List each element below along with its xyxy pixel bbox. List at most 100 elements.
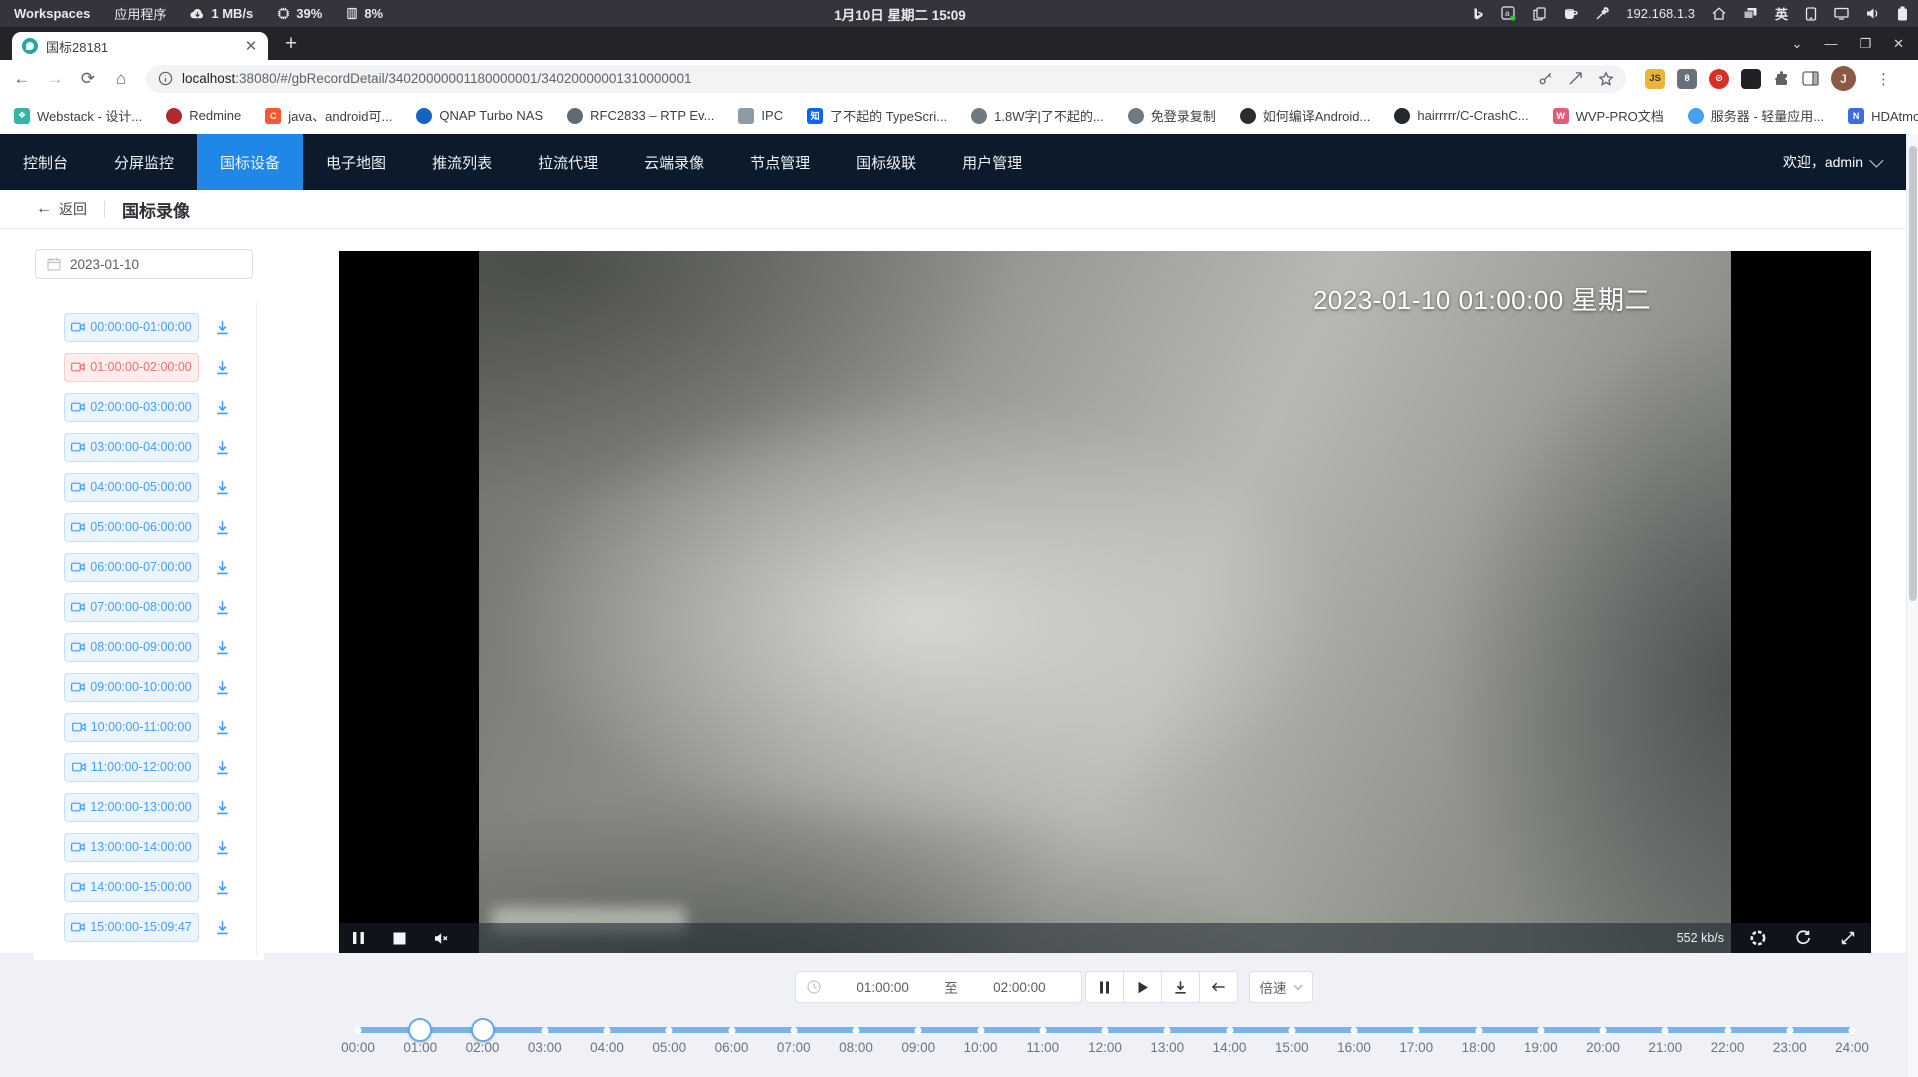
user-menu[interactable]: 欢迎，admin xyxy=(1783,152,1880,172)
date-picker-input[interactable]: 2023-01-10 xyxy=(35,249,253,279)
segment-button[interactable]: 07:00:00-08:00:00 xyxy=(64,593,199,622)
nav-tab[interactable]: 国标设备 xyxy=(197,134,303,190)
download-icon[interactable] xyxy=(214,599,231,616)
segment-button[interactable]: 14:00:00-15:00:00 xyxy=(64,873,199,902)
bookmark-item[interactable]: Redmine xyxy=(166,108,241,124)
extension-dark-icon[interactable] xyxy=(1741,69,1761,89)
segment-button[interactable]: 08:00:00-09:00:00 xyxy=(64,633,199,662)
tray-kdeconnect-icon[interactable] xyxy=(1805,7,1817,21)
page-scrollbar[interactable] xyxy=(1906,134,1918,1077)
back-button[interactable]: ← 返回 xyxy=(36,199,87,219)
download-icon[interactable] xyxy=(214,399,231,416)
address-bar[interactable]: localhost:38080/#/gbRecordDetail/3402000… xyxy=(146,65,1626,93)
download-icon[interactable] xyxy=(214,639,231,656)
password-key-icon[interactable] xyxy=(1538,71,1553,86)
bookmark-item[interactable]: 如何编译Android... xyxy=(1240,106,1371,125)
window-minimize-icon[interactable]: — xyxy=(1824,36,1837,51)
new-tab-button[interactable]: + xyxy=(278,30,304,58)
tray-home-icon[interactable] xyxy=(1712,7,1726,20)
bookmark-item[interactable]: WWVP-PRO文档 xyxy=(1553,106,1664,125)
bookmark-item[interactable]: Cjava、android可... xyxy=(265,106,392,125)
segment-button[interactable]: 03:00:00-04:00:00 xyxy=(64,433,199,462)
bookmark-item[interactable]: 1.8W字|了不起的... xyxy=(971,106,1104,125)
tray-input-method[interactable]: 英 xyxy=(1775,4,1788,23)
segment-button[interactable]: 11:00:00-12:00:00 xyxy=(64,753,199,782)
tray-clipboard-icon[interactable] xyxy=(1533,7,1546,21)
browser-home-button[interactable]: ⌂ xyxy=(107,65,135,93)
segment-button[interactable]: 12:00:00-13:00:00 xyxy=(64,793,199,822)
site-info-icon[interactable] xyxy=(158,71,173,86)
download-icon[interactable] xyxy=(214,519,231,536)
tray-coffee-icon[interactable] xyxy=(1563,7,1578,20)
time-range-input[interactable]: 01:00:00 至 02:00:00 xyxy=(795,971,1082,1003)
segment-button[interactable]: 02:00:00-03:00:00 xyxy=(64,393,199,422)
download-button[interactable] xyxy=(1161,971,1200,1003)
player-pause-icon[interactable] xyxy=(352,931,365,945)
segment-button[interactable]: 05:00:00-06:00:00 xyxy=(64,513,199,542)
fullscreen-icon[interactable] xyxy=(1840,930,1856,946)
download-icon[interactable] xyxy=(214,439,231,456)
browser-reload-button[interactable]: ⟳ xyxy=(74,65,102,93)
tray-app-notification-icon[interactable]: a xyxy=(1501,6,1516,21)
segment-button[interactable]: 09:00:00-10:00:00 xyxy=(64,673,199,702)
segment-button[interactable]: 06:00:00-07:00:00 xyxy=(64,553,199,582)
nav-tab[interactable]: 推流列表 xyxy=(409,134,515,190)
nav-tab[interactable]: 用户管理 xyxy=(939,134,1045,190)
download-icon[interactable] xyxy=(214,559,231,576)
nav-tab[interactable]: 云端录像 xyxy=(621,134,727,190)
tab-close-icon[interactable]: ✕ xyxy=(242,37,260,55)
browser-back-button[interactable]: ← xyxy=(8,65,36,93)
tray-bing-icon[interactable] xyxy=(1473,7,1484,21)
download-icon[interactable] xyxy=(214,479,231,496)
extensions-puzzle-icon[interactable] xyxy=(1773,70,1790,87)
tab-search-chevron-icon[interactable]: ⌄ xyxy=(1792,36,1803,52)
bookmark-item[interactable]: hairrrrr/C-CrashC... xyxy=(1394,108,1528,124)
extension-js-icon[interactable]: JS xyxy=(1645,69,1665,89)
download-icon[interactable] xyxy=(214,359,231,376)
tray-battery-icon[interactable] xyxy=(1897,6,1908,21)
nav-tab[interactable]: 控制台 xyxy=(0,134,91,190)
download-icon[interactable] xyxy=(214,719,231,736)
bookmark-item[interactable]: NHDAtmos :: 种子 *... xyxy=(1848,106,1918,125)
tray-ip-address[interactable]: 192.168.1.3 xyxy=(1626,6,1695,21)
bookmark-item[interactable]: RFC2833 – RTP Ev... xyxy=(567,108,714,124)
bookmark-item[interactable]: 免登录复制 xyxy=(1128,106,1216,125)
browser-forward-button[interactable]: → xyxy=(41,65,69,93)
download-icon[interactable] xyxy=(214,679,231,696)
segment-button[interactable]: 00:00:00-01:00:00 xyxy=(64,313,199,342)
browser-profile-avatar[interactable]: J xyxy=(1831,66,1856,91)
nav-tab[interactable]: 电子地图 xyxy=(303,134,409,190)
timeline-handle[interactable] xyxy=(408,1018,432,1042)
bookmark-item[interactable]: 服务器 - 轻量应用... xyxy=(1688,106,1824,125)
download-icon[interactable] xyxy=(214,839,231,856)
extension-blocker-icon[interactable]: ⊘ xyxy=(1709,69,1729,89)
applications-menu[interactable]: 应用程序 xyxy=(114,4,166,23)
segment-button[interactable]: 01:00:00-02:00:00 xyxy=(64,353,199,382)
workspaces-button[interactable]: Workspaces xyxy=(14,6,90,21)
side-panel-icon[interactable] xyxy=(1802,71,1819,86)
bookmark-item[interactable]: QNAP Turbo NAS xyxy=(416,108,543,124)
segment-button[interactable]: 15:00:00-15:09:47 xyxy=(64,913,199,942)
bookmark-item[interactable]: ❖Webstack - 设计... xyxy=(14,106,142,125)
download-icon[interactable] xyxy=(214,799,231,816)
end-time-value[interactable]: 02:00:00 xyxy=(958,980,1081,995)
extension-icon[interactable]: 8 xyxy=(1677,69,1697,89)
download-icon[interactable] xyxy=(214,919,231,936)
play-button[interactable] xyxy=(1123,971,1162,1003)
browser-menu-kebab-icon[interactable]: ⋮ xyxy=(1876,70,1891,88)
speed-dropdown[interactable]: 倍速 xyxy=(1249,971,1313,1003)
timeline-slider[interactable] xyxy=(358,1027,1852,1033)
nav-tab[interactable]: 拉流代理 xyxy=(515,134,621,190)
pause-button[interactable] xyxy=(1085,971,1124,1003)
seek-back-button[interactable] xyxy=(1199,971,1238,1003)
segment-button[interactable]: 13:00:00-14:00:00 xyxy=(64,833,199,862)
segment-button[interactable]: 04:00:00-05:00:00 xyxy=(64,473,199,502)
nav-tab[interactable]: 节点管理 xyxy=(727,134,833,190)
video-player[interactable]: 2023-01-10 01:00:00 星期二 552 kb/s xyxy=(339,251,1871,953)
bookmark-star-icon[interactable] xyxy=(1598,71,1614,87)
bookmark-item[interactable]: IPC xyxy=(738,108,783,124)
segment-button[interactable]: 10:00:00-11:00:00 xyxy=(64,713,199,742)
scrollbar-thumb[interactable] xyxy=(1909,146,1917,601)
player-mute-icon[interactable] xyxy=(434,932,450,945)
download-icon[interactable] xyxy=(214,319,231,336)
